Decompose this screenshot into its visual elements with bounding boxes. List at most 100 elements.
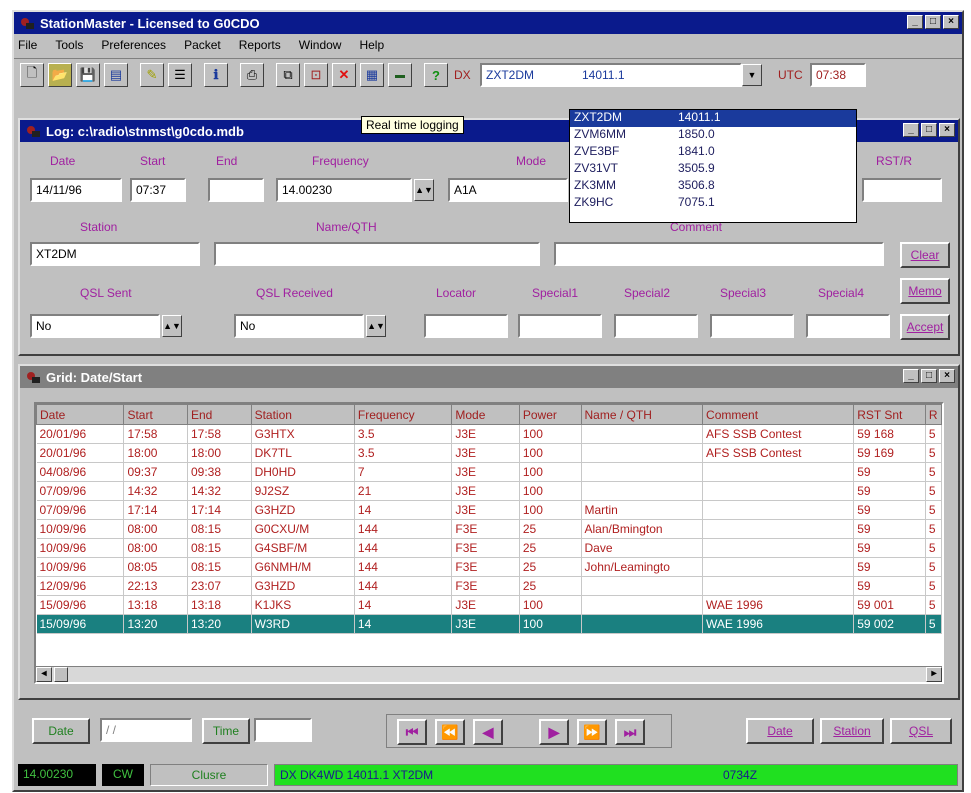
dx-spot-combo[interactable]: ZXT2DM 14011.1 (480, 63, 742, 87)
qsl-button[interactable]: QSL (890, 718, 952, 744)
help-icon[interactable]: ? (424, 63, 448, 87)
col-header[interactable]: Mode (451, 404, 520, 425)
table-row[interactable]: 15/09/96 13:20 13:20 W3RD 14 J3E 100 WAE 1996 59… (36, 614, 942, 634)
log-close-button[interactable]: × (939, 123, 955, 137)
save-icon[interactable]: 💾 (76, 63, 100, 87)
qsl-sent-spinner[interactable]: ▲▼ (162, 315, 182, 337)
copy-icon[interactable]: ⧉ (276, 63, 300, 87)
window-icon[interactable]: ▦ (360, 63, 384, 87)
col-header[interactable]: End (187, 404, 252, 425)
table-row[interactable]: 04/08/96 09:37 09:38 DH0HD 7 J3E 100 59 5 (36, 462, 942, 482)
realtime-logging-icon[interactable]: ⊡ (304, 63, 328, 87)
time-search-field[interactable] (254, 718, 312, 742)
menu-preferences[interactable]: Preferences (101, 38, 166, 52)
col-header[interactable]: Station (250, 404, 355, 425)
sort-date-button[interactable]: Date (746, 718, 814, 744)
info-icon[interactable]: ℹ (204, 63, 228, 87)
next-page-icon[interactable]: ⏩ (577, 719, 607, 745)
dx-dropdown-arrow[interactable]: ▼ (742, 64, 762, 86)
dx-option[interactable]: ZVM6MM 1850.0 (570, 127, 856, 144)
col-header[interactable]: Date (36, 404, 125, 425)
grid-minimize-button[interactable]: _ (903, 369, 919, 383)
menu-help[interactable]: Help (359, 38, 384, 52)
special3-field[interactable] (710, 314, 794, 338)
minimize-button[interactable]: _ (907, 15, 923, 29)
station-field[interactable]: XT2DM (30, 242, 200, 266)
table-row[interactable]: 15/09/96 13:18 13:18 K1JKS 14 J3E 100 WAE 1996 5… (36, 595, 942, 615)
special1-field[interactable] (518, 314, 602, 338)
last-record-icon[interactable]: ⏭ (615, 719, 645, 745)
maximize-button[interactable]: □ (925, 15, 941, 29)
memory-icon[interactable]: ▬ (388, 63, 412, 87)
col-header[interactable]: Power (518, 404, 582, 425)
start-field[interactable]: 07:37 (130, 178, 186, 202)
edit-icon[interactable]: ✎ (140, 63, 164, 87)
mode-field[interactable]: A1A (448, 178, 568, 202)
first-record-icon[interactable]: ⏮ (397, 719, 427, 745)
special2-field[interactable] (614, 314, 698, 338)
close-button[interactable]: × (943, 15, 959, 29)
frequency-spinner[interactable]: ▲▼ (414, 179, 434, 201)
open-icon[interactable]: 📂 (48, 63, 72, 87)
col-header[interactable]: RST Snt (853, 404, 926, 425)
scroll-left-icon[interactable]: ◂ (36, 667, 52, 682)
menu-window[interactable]: Window (299, 38, 342, 52)
menu-packet[interactable]: Packet (184, 38, 221, 52)
date-search-field[interactable]: / / (100, 718, 192, 742)
menu-file[interactable]: File (18, 38, 37, 52)
clear-button[interactable]: Clear (900, 242, 950, 268)
next-record-icon[interactable]: ▶ (539, 719, 569, 745)
col-header[interactable]: Comment (702, 404, 855, 425)
prev-record-icon[interactable]: ◀ (473, 719, 503, 745)
qsl-sent-field[interactable]: No (30, 314, 160, 338)
comment-field[interactable] (554, 242, 884, 266)
dx-option[interactable]: ZK3MM 3506.8 (570, 178, 856, 195)
menu-reports[interactable]: Reports (239, 38, 281, 52)
col-header[interactable]: Frequency (353, 404, 453, 425)
col-header[interactable]: R (924, 404, 942, 425)
table-row[interactable]: 10/09/96 08:00 08:15 G4SBF/M 144 F3E 25 Dave 59 5 (36, 538, 942, 558)
delete-icon[interactable]: ✕ (332, 63, 356, 87)
status-dx-spot: DX DK4WD 14011.1 XT2DM 0734Z (274, 764, 958, 786)
dx-option[interactable]: ZVE3BF 1841.0 (570, 144, 856, 161)
sort-station-button[interactable]: Station (820, 718, 884, 744)
special4-field[interactable] (806, 314, 890, 338)
dx-option[interactable]: ZK9HC 7075.1 (570, 195, 856, 212)
frequency-field[interactable]: 14.00230 (276, 178, 412, 202)
end-field[interactable] (208, 178, 264, 202)
table-row[interactable]: 10/09/96 08:00 08:15 G0CXU/M 144 F3E 25 Alan/Bm… (36, 519, 942, 539)
prev-page-icon[interactable]: ⏪ (435, 719, 465, 745)
table-row[interactable]: 20/01/96 18:00 18:00 DK7TL 3.5 J3E 100 AFS SSB … (36, 443, 942, 463)
log-maximize-button[interactable]: □ (921, 123, 937, 137)
col-header[interactable]: Start (123, 404, 188, 425)
accept-button[interactable]: Accept (900, 314, 950, 340)
horizontal-scrollbar[interactable]: ◂ ▸ (36, 666, 942, 682)
locator-field[interactable] (424, 314, 508, 338)
col-header[interactable]: Name / QTH (580, 404, 704, 425)
rst-r-field[interactable] (862, 178, 942, 202)
qsl-received-spinner[interactable]: ▲▼ (366, 315, 386, 337)
name-qth-field[interactable] (214, 242, 540, 266)
log-minimize-button[interactable]: _ (903, 123, 919, 137)
new-icon[interactable]: 🗋 (20, 63, 44, 87)
memo-button[interactable]: Memo (900, 278, 950, 304)
table-row[interactable]: 07/09/96 14:32 14:32 9J2SZ 21 J3E 100 59 5 (36, 481, 942, 501)
dx-option[interactable]: ZV31VT 3505.9 (570, 161, 856, 178)
date-field[interactable]: 14/11/96 (30, 178, 122, 202)
scroll-right-icon[interactable]: ▸ (926, 667, 942, 682)
menu-tools[interactable]: Tools (55, 38, 83, 52)
table-icon[interactable]: ☰ (168, 63, 192, 87)
print-icon[interactable]: ⎙ (240, 63, 264, 87)
list-icon[interactable]: ▤ (104, 63, 128, 87)
grid-close-button[interactable]: × (939, 369, 955, 383)
table-row[interactable]: 10/09/96 08:05 08:15 G6NMH/M 144 F3E 25 John/Le… (36, 557, 942, 577)
grid-maximize-button[interactable]: □ (921, 369, 937, 383)
qsl-received-field[interactable]: No (234, 314, 364, 338)
dx-dropdown-list[interactable]: ZXT2DM 14011.1 ZVM6MM 1850.0 ZVE3BF 1841.0 … (569, 109, 857, 223)
table-cell: 9J2SZ (251, 481, 355, 501)
table-row[interactable]: 07/09/96 17:14 17:14 G3HZD 14 J3E 100 Martin 59 5 (36, 500, 942, 520)
dx-option[interactable]: ZXT2DM 14011.1 (570, 110, 856, 127)
table-row[interactable]: 20/01/96 17:58 17:58 G3HTX 3.5 J3E 100 AFS SSB … (36, 424, 942, 444)
table-row[interactable]: 12/09/96 22:13 23:07 G3HZD 144 F3E 25 59 5 (36, 576, 942, 596)
scroll-thumb[interactable] (54, 667, 68, 682)
